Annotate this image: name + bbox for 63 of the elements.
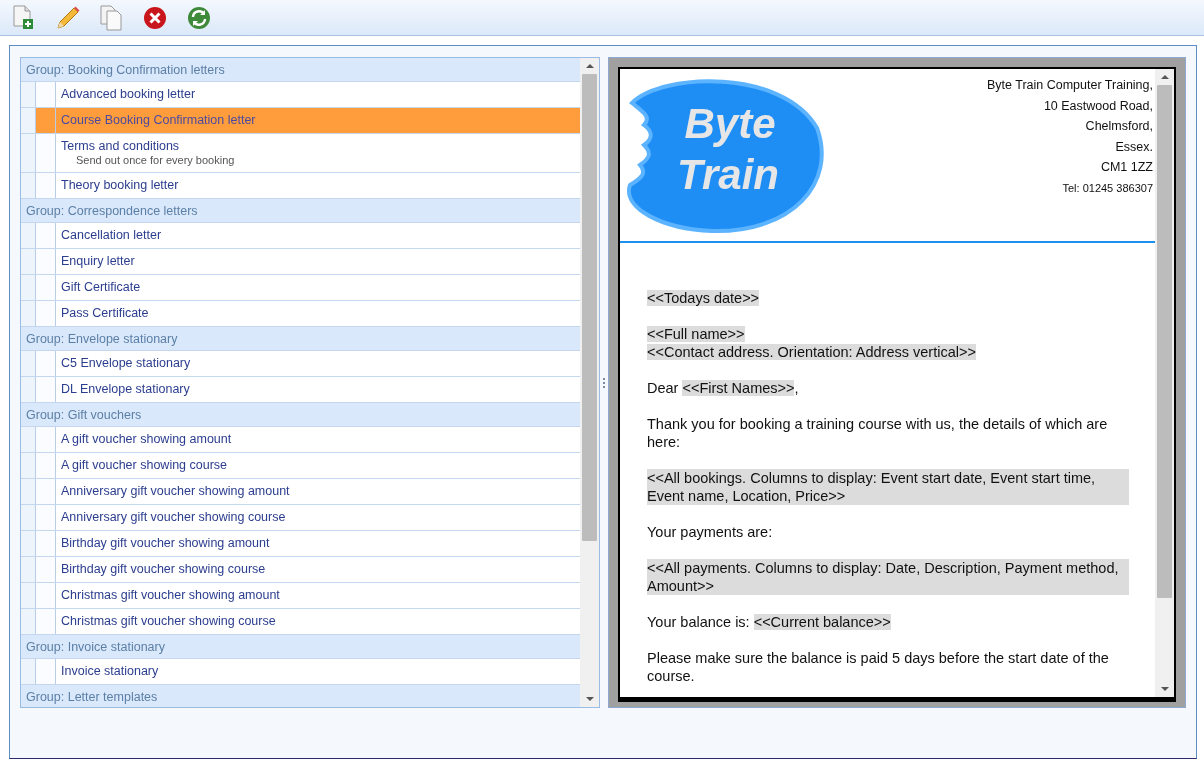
- letter-text: Dear: [647, 380, 680, 396]
- item-label: Anniversary gift voucher showing amount: [61, 484, 290, 498]
- template-item[interactable]: Pass Certificate: [21, 301, 580, 327]
- template-item[interactable]: Birthday gift voucher showing course: [21, 557, 580, 583]
- merge-field: <<Full name>>: [647, 326, 745, 342]
- template-item[interactable]: Course Booking Confirmation letter: [21, 108, 580, 134]
- letter-text: Please make sure the balance is paid 5 days before the start date of the course.: [647, 650, 1109, 684]
- template-item[interactable]: Birthday gift voucher showing amount: [21, 531, 580, 557]
- template-item[interactable]: A gift voucher showing amount: [21, 427, 580, 453]
- scrollbar[interactable]: [1155, 69, 1174, 697]
- scrollbar[interactable]: [580, 58, 599, 707]
- template-item[interactable]: Enquiry letter: [21, 249, 580, 275]
- item-label: Terms and conditions: [61, 139, 180, 153]
- item-label: Pass Certificate: [61, 306, 149, 320]
- address-line: Byte Train Computer Training,: [986, 77, 1153, 94]
- toolbar-button[interactable]: [10, 3, 36, 32]
- item-label: Cancellation letter: [61, 228, 162, 242]
- telephone-text: Tel: 01245 386307: [1061, 180, 1153, 196]
- item-label: Theory booking letter: [61, 178, 179, 192]
- address-line: CM1 1ZZ: [1099, 159, 1153, 176]
- item-note: Send out once for every booking: [75, 154, 236, 167]
- letter-text: Thank you for booking a training course with us, the details of which are here:: [647, 416, 1108, 450]
- template-item[interactable]: Anniversary gift voucher showing amount: [21, 479, 580, 505]
- template-item[interactable]: Anniversary gift voucher showing course: [21, 505, 580, 531]
- item-label: Invoice stationary: [61, 664, 159, 678]
- template-item[interactable]: Christmas gift voucher showing course: [21, 609, 580, 635]
- template-item[interactable]: Gift Certificate: [21, 275, 580, 301]
- item-label: Christmas gift voucher showing amount: [61, 588, 280, 602]
- item-label: DL Envelope stationary: [61, 382, 190, 396]
- item-label: C5 Envelope stationary: [61, 356, 191, 370]
- template-item[interactable]: Invoice stationary: [21, 659, 580, 685]
- merge-field: <<Contact address. Orientation: Address vertical>>: [647, 344, 976, 360]
- template-item[interactable]: Advanced booking letter: [21, 82, 580, 108]
- merge-field: <<First Names>>: [682, 380, 795, 396]
- merge-field: <<Current balance>>: [753, 614, 891, 630]
- item-label: Gift Certificate: [61, 280, 141, 294]
- item-label: Enquiry letter: [61, 254, 135, 268]
- item-label: Advanced booking letter: [61, 87, 196, 101]
- address-line: 10 Eastwood Road,: [1042, 97, 1153, 115]
- letter-text: ,: [794, 380, 799, 396]
- address-line: Essex.: [1114, 138, 1153, 156]
- template-item[interactable]: A gift voucher showing course: [21, 453, 580, 479]
- letter-text: Your balance is:: [647, 614, 751, 630]
- template-item[interactable]: C5 Envelope stationary: [21, 351, 580, 377]
- item-label: A gift voucher showing amount: [61, 432, 232, 446]
- new-document-icon: [10, 3, 36, 32]
- item-label: Course Booking Confirmation letter: [61, 113, 256, 127]
- item-label: A gift voucher showing course: [61, 458, 228, 472]
- merge-field: <<Todays date>>: [647, 290, 760, 306]
- item-label: Christmas gift voucher showing course: [61, 614, 276, 628]
- template-item[interactable]: Terms and conditions Send out once for every booking: [21, 134, 580, 173]
- merge-field: <<All payments. Columns to display: Date, Description, Payment method, Amount>>: [647, 559, 1129, 595]
- item-label: Birthday gift voucher showing amount: [61, 536, 270, 550]
- template-item[interactable]: Theory booking letter: [21, 173, 580, 199]
- template-item[interactable]: DL Envelope stationary: [21, 377, 580, 403]
- merge-field: <<All bookings. Columns to display: Event start date, Event start time, Event name, Location, Price>>: [647, 469, 1129, 505]
- item-label: Birthday gift voucher showing course: [61, 562, 266, 576]
- item-label: Anniversary gift voucher showing course: [61, 510, 286, 524]
- address-line: Chelmsford,: [1084, 118, 1153, 135]
- template-item[interactable]: Christmas gift voucher showing amount: [21, 583, 580, 609]
- template-item[interactable]: Cancellation letter: [21, 223, 580, 249]
- letter-text: Your payments are:: [647, 524, 773, 540]
- copy-icon: [98, 3, 124, 32]
